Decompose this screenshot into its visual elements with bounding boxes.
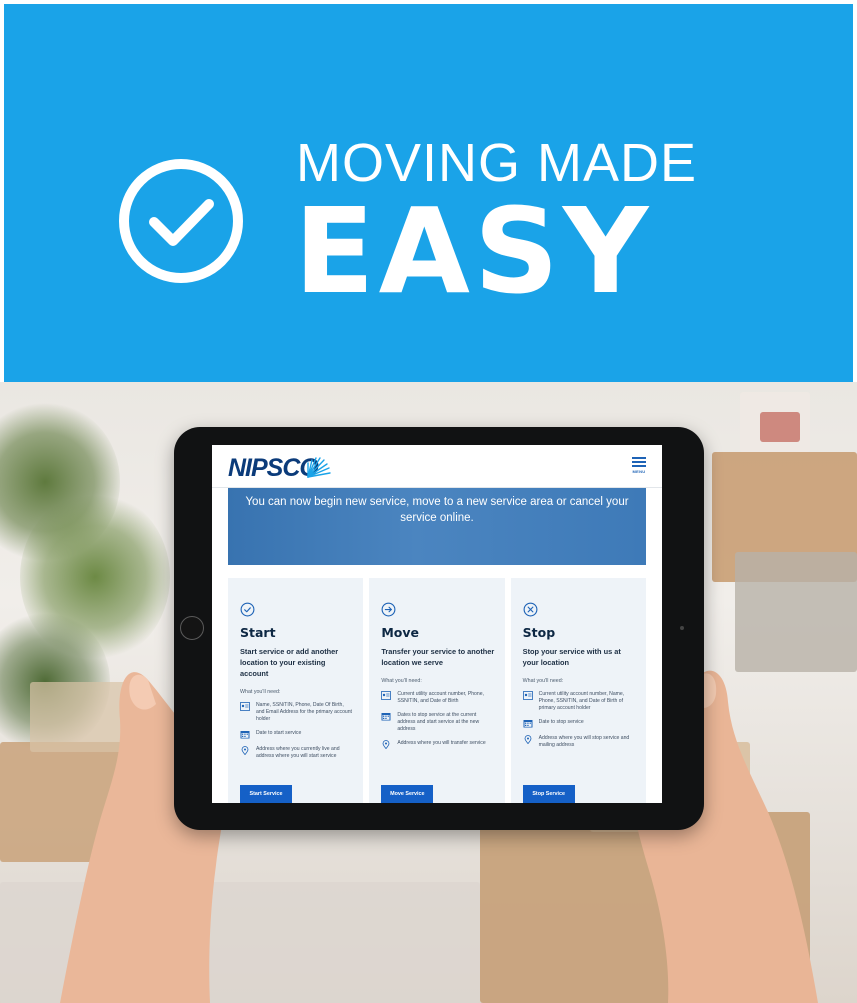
hamburger-icon	[632, 457, 646, 459]
tablet-screen: NIPSCO MENU You can now begin new servic…	[212, 445, 662, 803]
hero-text: You can now begin new service, move to a…	[245, 496, 629, 524]
card-title: Move	[381, 625, 419, 640]
requirement-item: Current utility account number, Phone, S…	[381, 691, 494, 705]
arrow-circle-icon	[381, 602, 396, 617]
card-subtitle: Stop your service with us at your locati…	[522, 647, 621, 667]
hamburger-icon-bar	[632, 465, 646, 467]
headline-easy: EASY	[294, 182, 653, 320]
hero-section: You can now begin new service, move to a…	[228, 488, 646, 565]
sunburst-logo-icon	[307, 457, 331, 478]
requirement-text: Current utility account number, Phone, S…	[397, 691, 484, 704]
requirement-text: Date to stop service	[538, 719, 584, 725]
card-subtitle: Start service or add another location to…	[240, 647, 339, 678]
card-subtitle: Transfer your service to another locatio…	[381, 647, 495, 667]
id-card-icon	[381, 691, 392, 700]
calendar-icon	[523, 720, 533, 728]
requirement-item: Date to stop service	[523, 719, 636, 728]
requirement-text: Dates to stop service at the current add…	[397, 712, 480, 732]
card-need-label: What you'll need:	[240, 689, 281, 695]
requirement-text: Name, SSN/TIN, Phone, Date Of Birth, and…	[256, 702, 352, 722]
requirement-item: Address where you currently live and add…	[240, 746, 353, 760]
hamburger-icon-bar	[632, 461, 646, 463]
card-title: Stop	[522, 625, 556, 640]
card-title: Start	[240, 625, 276, 640]
calendar-icon	[240, 731, 250, 739]
menu-button[interactable]: MENU	[628, 455, 650, 479]
requirement-text: Address where you will stop service and …	[538, 735, 630, 748]
id-card-icon	[522, 691, 533, 700]
tablet-camera	[680, 626, 684, 630]
card-need-label: What you'll need:	[381, 678, 422, 684]
site-header: NIPSCO MENU	[212, 445, 662, 488]
box-blur	[735, 552, 857, 672]
requirement-item: Name, SSN/TIN, Phone, Date Of Birth, and…	[240, 702, 353, 723]
location-pin-icon	[524, 735, 532, 744]
move-card: Move Transfer your service to another lo…	[369, 578, 505, 803]
menu-label: MENU	[632, 469, 646, 474]
requirement-item: Address where you will stop service and …	[523, 735, 636, 749]
requirement-item: Date to start service	[240, 730, 353, 739]
start-service-button[interactable]: Start Service	[240, 785, 292, 803]
requirement-item: Dates to stop service at the current add…	[381, 712, 494, 733]
card-need-label: What you'll need:	[522, 678, 564, 684]
location-pin-icon	[382, 740, 390, 749]
stop-service-button[interactable]: Stop Service	[522, 785, 575, 803]
check-circle-icon	[240, 602, 255, 617]
tablet-home-button	[180, 616, 204, 640]
requirement-text: Date to start service	[256, 730, 302, 736]
service-cards: Start Start service or add another locat…	[228, 578, 646, 803]
start-card: Start Start service or add another locat…	[228, 578, 364, 803]
requirement-text: Address where you will transfer service	[397, 740, 486, 746]
location-pin-icon	[241, 746, 249, 755]
hero-banner: MOVING MADE EASY	[4, 4, 853, 382]
requirement-item: Address where you will transfer service	[381, 740, 494, 749]
stop-card: Stop Stop your service with us at your l…	[510, 578, 646, 803]
requirement-text: Current utility account number, Name, Ph…	[538, 691, 625, 711]
requirement-text: Address where you currently live and add…	[256, 746, 340, 759]
move-service-button[interactable]: Move Service	[381, 785, 434, 803]
x-circle-icon	[523, 602, 538, 617]
id-card-icon	[240, 702, 250, 711]
calendar-icon	[381, 713, 391, 721]
box-blur	[760, 412, 800, 442]
check-circle-icon	[119, 159, 243, 283]
requirement-item: Current utility account number, Name, Ph…	[522, 691, 636, 712]
